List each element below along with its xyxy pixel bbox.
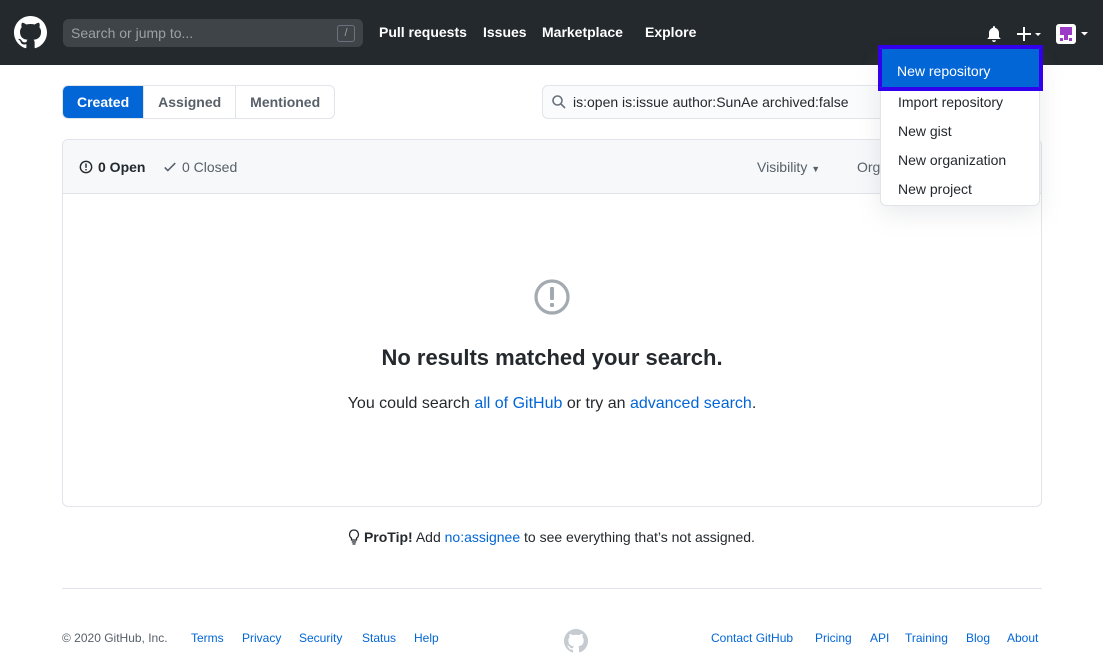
filter-value: is:open is:issue author:SunAe archived:f… — [573, 94, 849, 110]
tab-assigned[interactable]: Assigned — [143, 86, 235, 118]
visibility-label: Visibility — [757, 159, 808, 175]
github-mark-icon[interactable] — [564, 629, 588, 653]
no-results-text: You could search all of GitHub or try an… — [63, 395, 1041, 413]
tab-mentioned[interactable]: Mentioned — [235, 86, 334, 118]
blank-slate: No results matched your search. You coul… — [63, 194, 1041, 506]
footer-link-status[interactable]: Status — [362, 631, 396, 645]
search-input[interactable]: Search or jump to... / — [63, 19, 363, 47]
protip: ProTip! Add no:assignee to see everythin… — [0, 529, 1103, 545]
closed-filter-link[interactable]: 0 Closed — [163, 159, 237, 175]
search-shortcut-key: / — [337, 25, 355, 42]
light-bulb-icon — [349, 529, 360, 545]
footer-link-blog[interactable]: Blog — [966, 631, 990, 645]
footer-link-privacy[interactable]: Privacy — [242, 631, 281, 645]
menu-item-import-repository[interactable]: Import repository — [898, 94, 1003, 110]
check-icon — [164, 162, 176, 172]
footer-link-api[interactable]: API — [870, 631, 889, 645]
issue-open-icon — [79, 160, 93, 174]
visibility-dropdown[interactable]: Visibility ▼ — [757, 159, 820, 175]
issue-opened-large-icon — [534, 279, 570, 315]
footer-link-pricing[interactable]: Pricing — [815, 631, 852, 645]
search-icon — [552, 95, 566, 109]
menu-item-new-gist[interactable]: New gist — [898, 123, 952, 139]
open-count: 0 Open — [98, 159, 146, 175]
plus-dropdown-icon[interactable] — [1016, 26, 1042, 42]
no-results-text-part: or try an — [562, 395, 630, 412]
open-filter-link[interactable]: 0 Open — [79, 159, 145, 175]
footer-link-training[interactable]: Training — [905, 631, 948, 645]
footer-copyright: © 2020 GitHub, Inc. — [62, 631, 168, 645]
protip-text: Add — [412, 529, 445, 545]
no-results-title: No results matched your search. — [381, 345, 723, 370]
nav-marketplace[interactable]: Marketplace — [542, 24, 623, 40]
nav-issues[interactable]: Issues — [483, 24, 527, 40]
all-of-github-link[interactable]: all of GitHub — [474, 395, 562, 412]
nav-pull-requests[interactable]: Pull requests — [379, 24, 467, 40]
bell-icon[interactable] — [986, 26, 1002, 42]
footer-link-terms[interactable]: Terms — [191, 631, 224, 645]
no-results-text-part: You could search — [347, 395, 475, 412]
menu-item-new-repository[interactable]: New repository — [878, 45, 1043, 91]
issues-tab-group: Created Assigned Mentioned — [62, 85, 336, 119]
menu-item-new-project[interactable]: New project — [898, 181, 972, 197]
footer-link-contact-github[interactable]: Contact GitHub — [711, 631, 793, 645]
footer-link-about[interactable]: About — [1007, 631, 1038, 645]
no-assignee-link[interactable]: no:assignee — [445, 529, 521, 545]
issues-filter-input[interactable]: is:open is:issue author:SunAe archived:f… — [542, 85, 902, 119]
tab-created[interactable]: Created — [63, 86, 144, 118]
advanced-search-link[interactable]: advanced search — [630, 395, 752, 412]
menu-item-new-repository-label: New repository — [897, 63, 991, 79]
github-logo-icon[interactable] — [14, 16, 47, 49]
closed-count: 0 Closed — [182, 159, 238, 175]
protip-label: ProTip! — [363, 529, 413, 545]
protip-text: to see everything that’s not assigned. — [520, 529, 755, 545]
footer-link-help[interactable]: Help — [414, 631, 439, 645]
no-results-text-part: . — [751, 395, 757, 412]
footer-link-security[interactable]: Security — [299, 631, 342, 645]
menu-item-new-organization[interactable]: New organization — [898, 152, 1006, 168]
nav-explore[interactable]: Explore — [645, 24, 696, 40]
organization-label: Org — [857, 159, 881, 175]
avatar-dropdown-icon[interactable] — [1056, 24, 1090, 44]
organization-dropdown[interactable]: Org — [857, 159, 880, 175]
caret-down-icon: ▼ — [811, 164, 821, 174]
search-placeholder: Search or jump to... — [71, 25, 194, 41]
footer-divider — [62, 588, 1042, 589]
